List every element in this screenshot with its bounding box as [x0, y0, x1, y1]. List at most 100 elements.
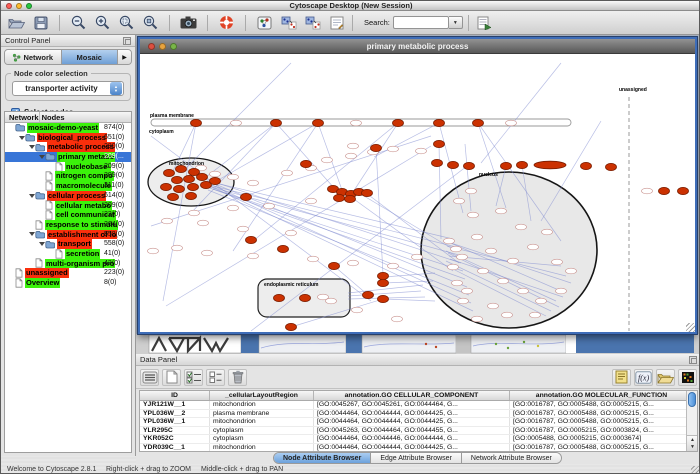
search-dropdown-button[interactable]: ▼: [449, 16, 463, 29]
copy-view-icon[interactable]: [278, 12, 299, 33]
zoom-in-icon[interactable]: [92, 12, 113, 33]
window-titlebar: Cytoscape Desktop (New Session): [1, 1, 700, 11]
scrollbar-arrows[interactable]: ▲▼: [687, 435, 698, 451]
disclosure-triangle-icon[interactable]: [38, 155, 45, 159]
copy-view-alt-icon[interactable]: [302, 12, 323, 33]
column-header[interactable]: _cellularLayoutRegion: [210, 391, 314, 400]
notes-icon[interactable]: [612, 369, 631, 386]
scrollbar-thumb[interactable]: [688, 392, 696, 407]
tab-node-attribute-browser[interactable]: Node Attribute Browser: [274, 453, 371, 463]
svg-text:f(x): f(x): [638, 373, 649, 382]
column-header[interactable]: annotation.GO CELLULAR_COMPONENT: [314, 391, 510, 400]
table-cell: [GO:0044464, GO:0044444, GO:0044425, G..…: [314, 444, 510, 452]
function-builder-icon[interactable]: f(x): [634, 369, 653, 386]
tree-row[interactable]: establishment of lo558(0): [5, 230, 131, 240]
network-edge: [353, 123, 398, 192]
tree-row[interactable]: transport558(0): [5, 239, 131, 249]
table-cell: YPL036W__2: [140, 410, 210, 418]
table-cell: [GO:0044464, GO:0044444, GO:0044425, G..…: [314, 418, 510, 426]
close-button[interactable]: [6, 3, 12, 9]
matrix-icon[interactable]: [678, 369, 697, 386]
table-row[interactable]: YLR295Ccytoplasm[GO:0045263, GO:0044464,…: [140, 427, 697, 436]
new-attribute-icon[interactable]: [162, 369, 181, 386]
network-node: [444, 238, 455, 244]
float-panel-icon[interactable]: [689, 356, 697, 364]
zoom-out-icon[interactable]: [68, 12, 89, 33]
node-color-dropdown[interactable]: transporter activity ▲▼: [12, 81, 124, 96]
snapshot-icon[interactable]: [178, 12, 199, 33]
tree-row[interactable]: unassigned223(0): [5, 268, 131, 278]
frame-zoom-button[interactable]: [170, 43, 177, 50]
tree-row[interactable]: nitrogen compo209(0): [5, 171, 131, 181]
tab-mosaic[interactable]: Mosaic: [62, 50, 119, 64]
background-windows-strip: [136, 334, 700, 354]
tree-row[interactable]: macromolecule311(0): [5, 181, 131, 191]
tree-row[interactable]: biological_process651(0): [5, 133, 131, 143]
tab-edge-attribute-browser[interactable]: Edge Attribute Browser: [371, 453, 462, 463]
tree-row[interactable]: secretion41(0): [5, 249, 131, 259]
help-icon[interactable]: [216, 12, 237, 33]
disclosure-triangle-icon[interactable]: [38, 242, 45, 246]
save-icon[interactable]: [30, 12, 51, 33]
table-row[interactable]: YJR121W__1mitochondrion[GO:0045267, GO:0…: [140, 401, 697, 410]
network-canvas-svg[interactable]: plasma membranecytoplasmmitochondrionnuc…: [140, 54, 695, 332]
minimize-button[interactable]: [16, 3, 22, 9]
tree-row[interactable]: response to stimulu264(0): [5, 220, 131, 230]
frame-resize-grip[interactable]: [686, 323, 695, 332]
new-network-icon[interactable]: [254, 12, 275, 33]
unselect-attributes-icon[interactable]: [206, 369, 225, 386]
select-all-icon[interactable]: [140, 369, 159, 386]
table-row[interactable]: YPL036W__1mitochondrion[GO:0044464, GO:0…: [140, 418, 697, 427]
table-row[interactable]: YDR039C__1mitochondrion[GO:0044464, GO:0…: [140, 444, 697, 452]
open-file-icon[interactable]: [6, 12, 27, 33]
table-row[interactable]: YPL036W__2plasma membrane[GO:0044464, GO…: [140, 410, 697, 419]
disclosure-triangle-icon[interactable]: [28, 194, 35, 198]
zoom-fit-icon[interactable]: [140, 12, 161, 33]
tab-network[interactable]: Network: [5, 50, 62, 64]
network-view-titlebar[interactable]: primary metabolic process: [140, 39, 695, 54]
tab-network-attribute-browser[interactable]: Network Attribute Browser: [462, 453, 561, 463]
status-pan-hint: Middle-click + drag to PAN: [201, 466, 283, 473]
tree-row[interactable]: primary metabo209(...: [5, 152, 131, 162]
network-node: [264, 203, 275, 209]
column-header[interactable]: ID: [140, 391, 210, 400]
float-panel-icon[interactable]: [123, 37, 131, 45]
disclosure-triangle-icon[interactable]: [28, 232, 35, 236]
file-icon: [35, 220, 43, 230]
window-resize-grip[interactable]: [691, 466, 700, 474]
table-row[interactable]: YKR052Ccytoplasm[GO:0044464, GO:0044446,…: [140, 435, 697, 444]
frame-minimize-button[interactable]: [159, 43, 166, 50]
tree-row[interactable]: Overview8(0): [5, 278, 131, 288]
tree-row[interactable]: cellular metabo209(0): [5, 201, 131, 211]
table-scrollbar[interactable]: ▲▼: [686, 391, 697, 451]
annotation-icon[interactable]: [326, 12, 347, 33]
tree-row[interactable]: metabolic process280(0): [5, 142, 131, 152]
disclosure-triangle-icon[interactable]: [18, 136, 25, 140]
tree-row[interactable]: mosaic-demo-yeast874(0): [5, 123, 131, 133]
network-node: [448, 264, 459, 270]
network-canvas[interactable]: plasma membranecytoplasmmitochondrionnuc…: [140, 54, 695, 332]
zoom-button[interactable]: [26, 3, 32, 9]
column-header[interactable]: annotation.GO MOLECULAR_FUNCTION: [510, 391, 694, 400]
frame-close-button[interactable]: [148, 43, 155, 50]
delete-attribute-icon[interactable]: [228, 369, 247, 386]
tree-row[interactable]: cell communicat22(0): [5, 210, 131, 220]
import-attributes-icon[interactable]: [656, 369, 675, 386]
selected-network-node: [184, 175, 195, 182]
tab-overflow-arrow[interactable]: ▶: [118, 50, 131, 64]
import-table-icon[interactable]: [474, 12, 495, 33]
tree-label: mosaic-demo-yeast: [27, 123, 99, 133]
zoom-selected-icon[interactable]: [116, 12, 137, 33]
tree-row[interactable]: nucleobase-209(0): [5, 162, 131, 172]
network-desktop: primary metabolic process plasma membran…: [136, 35, 700, 354]
network-node: [498, 278, 509, 284]
tree-row[interactable]: cellular process614(0): [5, 191, 131, 201]
disclosure-triangle-icon[interactable]: [28, 145, 35, 149]
tree-row[interactable]: multi-organism pro42(0): [5, 259, 131, 269]
region-label: mitochondrion: [169, 161, 204, 167]
network-node: [412, 254, 423, 260]
table-cell: [GO:0016787, GO:0005488, GO:0005215, G..…: [510, 444, 694, 452]
tree-label: unassigned: [25, 268, 69, 278]
search-input[interactable]: [393, 16, 449, 29]
select-attributes-icon[interactable]: [184, 369, 203, 386]
